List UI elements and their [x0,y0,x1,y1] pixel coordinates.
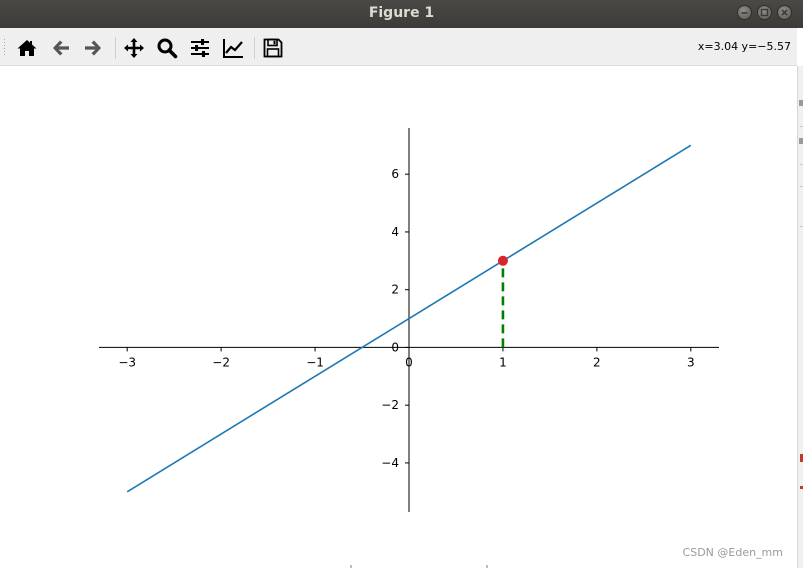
pan-button[interactable] [123,37,145,59]
edit-axis-button[interactable] [222,37,244,59]
x-tick-label: −2 [212,355,230,369]
x-tick-label: −1 [306,355,324,369]
window-title: Figure 1 [368,5,435,21]
home-icon [17,40,37,56]
sliders-icon [191,39,209,57]
y-tick-label: 0 [391,340,399,354]
y-tick-label: −2 [381,398,399,412]
toolbar-separator [254,37,255,59]
highlight-point [497,255,508,266]
magnifier-icon [157,38,178,59]
arrow-right-icon [85,40,101,56]
y-tick-label: 2 [391,283,399,297]
maximize-icon [760,8,769,17]
close-icon [781,9,788,16]
x-tick-label: 0 [405,355,413,369]
save-button[interactable] [262,37,284,59]
forward-button[interactable] [82,37,104,59]
zoom-button[interactable] [156,37,178,59]
back-button[interactable] [50,37,72,59]
toolbar-grip[interactable] [3,38,6,56]
toolbar-separator [115,37,116,59]
plot-area[interactable]: −3 −2 −1 0 1 2 3 −4 −2 0 2 4 6 [0,66,797,568]
x-tick-label: 2 [593,355,601,369]
move-icon [124,38,144,58]
y-tick-label: −4 [381,456,399,470]
figure-canvas[interactable]: −3 −2 −1 0 1 2 3 −4 −2 0 2 4 6 CSDN @Eden_mm [0,66,797,568]
navigation-toolbar: x=3.04 y=−5.57 [0,28,797,66]
floppy-disk-icon [263,38,283,58]
x-tick-label: 1 [499,355,507,369]
arrow-left-icon [53,40,69,56]
minimize-button[interactable] [737,5,752,20]
y-tick-label: 6 [391,167,399,181]
home-button[interactable] [16,37,38,59]
maximize-button[interactable] [757,5,772,20]
x-tick-label: −3 [118,355,136,369]
close-button[interactable] [777,5,792,20]
line-chart-icon [223,39,243,58]
watermark: CSDN @Eden_mm [682,546,783,559]
minimize-icon [741,12,748,14]
y-tick-label: 4 [391,225,399,239]
x-tick-label: 3 [687,355,695,369]
background-window-edge [797,66,803,568]
cursor-coordinates: x=3.04 y=−5.57 [697,40,791,53]
title-bar: Figure 1 [0,0,803,28]
configure-subplots-button[interactable] [189,37,211,59]
